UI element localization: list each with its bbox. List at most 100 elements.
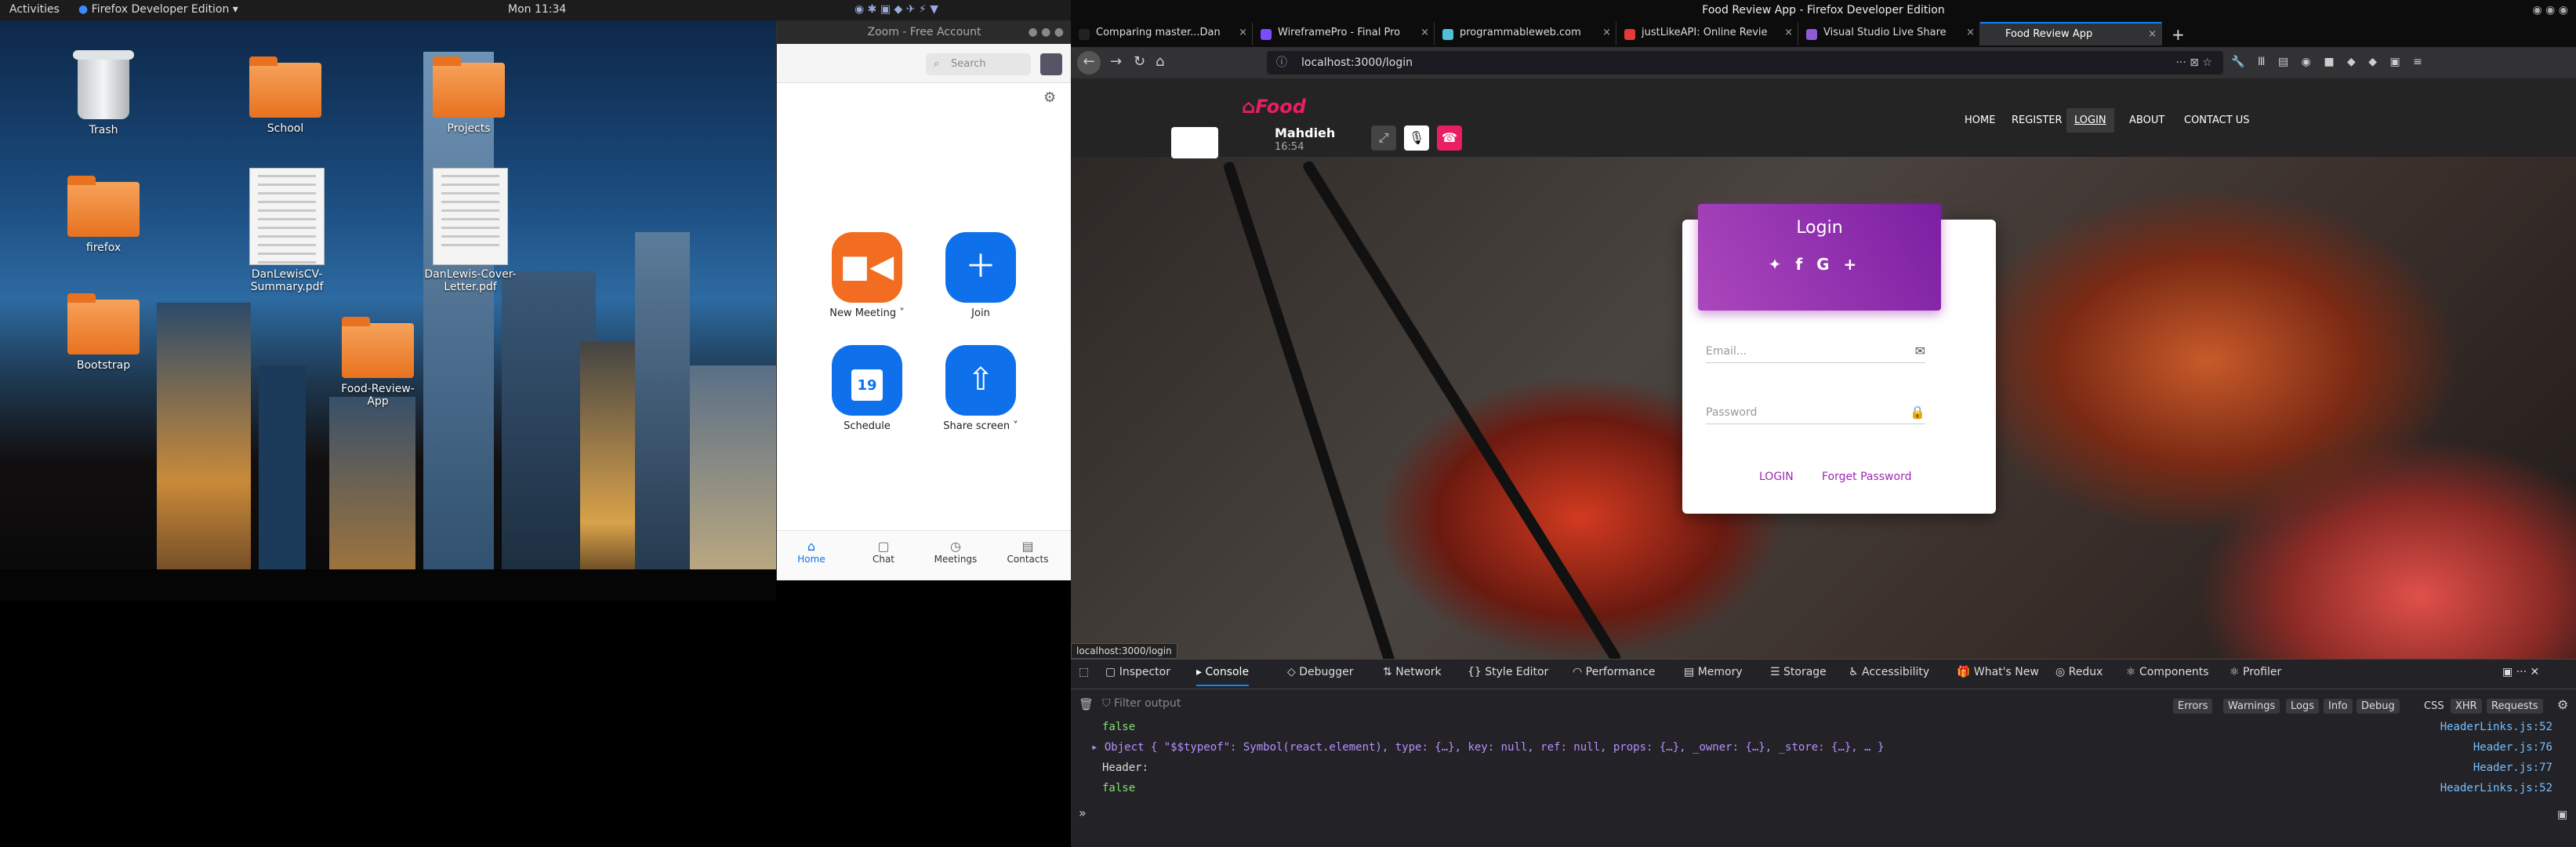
devtools-tab-style-editor[interactable]: {} Style Editor <box>1468 666 1548 678</box>
activities-button[interactable]: Activities <box>9 3 60 16</box>
url-bar[interactable]: ⓘ localhost:3000/login ··· ⊠ ☆ <box>1267 51 2223 75</box>
forward-button[interactable]: → <box>1110 53 1122 70</box>
desktop-icon-cv[interactable]: DanLewisCV-Summary.pdf <box>240 168 334 293</box>
desktop-icon-school[interactable]: School <box>238 56 332 135</box>
share-screen-label[interactable]: Share screen ˅ <box>914 420 1047 432</box>
devtools-tab-debugger[interactable]: ◇ Debugger <box>1287 666 1354 678</box>
window-controls[interactable]: ● ● ● <box>1028 20 1064 44</box>
page-actions[interactable]: ··· ⊠ ☆ <box>2175 51 2212 75</box>
nav-login[interactable]: LOGIN <box>2066 108 2114 133</box>
desktop-icon-food-review-app[interactable]: Food-Review-App <box>331 317 425 408</box>
filter-warnings[interactable]: Warnings <box>2223 699 2280 714</box>
close-icon[interactable]: × <box>1602 27 1611 38</box>
nav-home[interactable]: HOME <box>1965 115 1995 126</box>
console-log-source[interactable]: HeaderLinks.js:52 <box>2440 782 2552 794</box>
login-button[interactable]: LOGIN <box>1759 471 1794 483</box>
desktop-icon-bootstrap[interactable]: Bootstrap <box>56 293 151 372</box>
zoom-search-input[interactable]: ⌕ Search <box>926 53 1031 75</box>
desktop-icon-projects[interactable]: Projects <box>422 56 516 135</box>
zoom-nav-meetings[interactable]: ◷ Meetings <box>924 539 987 565</box>
microphone-icon[interactable]: 🎙 <box>1404 125 1429 151</box>
hangup-icon[interactable]: ☎ <box>1437 125 1462 151</box>
facebook-icon[interactable]: f <box>1795 255 1816 274</box>
avatar[interactable] <box>1040 53 1062 75</box>
expand-icon[interactable]: ⤢ <box>1371 125 1396 151</box>
email-field[interactable]: Email... ✉ <box>1706 344 1925 363</box>
gear-icon[interactable]: ⚙ <box>2557 697 2568 712</box>
nav-about[interactable]: ABOUT <box>2129 115 2164 126</box>
chat-icon: ▢ <box>877 539 890 554</box>
console-log-source[interactable]: Header.js:77 <box>2473 762 2552 774</box>
twitter-icon[interactable]: ✦ <box>1769 255 1796 274</box>
folder-icon <box>67 293 140 354</box>
app-menu[interactable]: ● Firefox Developer Edition ▾ <box>78 3 238 16</box>
forget-password-button[interactable]: Forget Password <box>1822 471 1911 483</box>
devtools-tab-console[interactable]: ▸ Console <box>1196 666 1250 686</box>
devtools-tab-redux[interactable]: ◎ Redux <box>2055 666 2103 678</box>
tray-icons[interactable]: ◉ ✱ ▣ ◆ ✈ ⚡ ▼ <box>854 3 938 16</box>
tab-food-review-app[interactable]: Food Review App × <box>1980 22 2162 45</box>
zoom-nav-home[interactable]: ⌂ Home <box>780 539 843 565</box>
desktop-icon-firefox[interactable]: firefox <box>56 176 151 254</box>
gear-icon[interactable]: ⚙ <box>1043 89 1056 106</box>
console-filter-input[interactable]: ⛉ Filter output <box>1102 697 1181 710</box>
zoom-nav-chat[interactable]: ▢ Chat <box>852 539 915 565</box>
desktop-icon-cover-letter[interactable]: DanLewis-Cover-Letter.pdf <box>423 168 517 293</box>
new-meeting-button[interactable]: ■◀ <box>832 232 902 303</box>
share-screen-button[interactable]: ⇧ <box>945 345 1016 416</box>
filter-xhr[interactable]: XHR <box>2451 699 2482 714</box>
close-icon[interactable]: × <box>2148 28 2157 40</box>
devtools-tab-performance[interactable]: ◠ Performance <box>1573 666 1655 678</box>
toolbar-icons[interactable]: 🔧 Ⅲ ▤ ◉ ■ ◆ ◆ ▣ ≡ <box>2231 56 2427 68</box>
devtools-tab-profiler[interactable]: ⚛ Profiler <box>2230 666 2281 678</box>
close-icon[interactable]: × <box>1784 27 1793 38</box>
trash-icon[interactable]: 🗑 <box>1079 697 1094 711</box>
devtools-tab-accessibility[interactable]: ♿ Accessibility <box>1849 666 1929 678</box>
tab-comparing-master[interactable]: Comparing master...Dan × <box>1071 22 1253 45</box>
schedule-button[interactable]: 19 <box>832 345 902 416</box>
join-label[interactable]: Join <box>914 307 1047 319</box>
nav-register[interactable]: REGISTER <box>2012 115 2063 126</box>
password-field[interactable]: Password 🔒 <box>1706 405 1925 424</box>
filter-errors[interactable]: Errors <box>2173 699 2213 714</box>
tab-vs-live-share[interactable]: Visual Studio Live Share × <box>1798 22 1980 45</box>
site-logo[interactable]: ⌂Food <box>1242 96 1306 118</box>
join-button[interactable]: ＋ <box>945 232 1016 303</box>
filter-debug[interactable]: Debug <box>2356 699 2400 714</box>
devtools-tab-whats-new[interactable]: 🎁 What's New <box>1957 666 2039 678</box>
console-input-prompt[interactable]: » <box>1079 805 1087 820</box>
console-log-source[interactable]: Header.js:76 <box>2473 741 2552 754</box>
filter-requests[interactable]: Requests <box>2487 699 2543 714</box>
tab-wireframepro[interactable]: WireframePro - Final Pro × <box>1253 22 1435 45</box>
zoom-nav-contacts[interactable]: ▤ Contacts <box>996 539 1059 565</box>
desktop-icon-trash[interactable]: Trash <box>56 50 151 136</box>
element-picker-icon[interactable]: ⬚ <box>1079 666 1089 678</box>
tab-justlikeapi[interactable]: justLikeAPI: Online Revie × <box>1616 22 1798 45</box>
google-plus-icon[interactable]: G+ <box>1816 255 1870 274</box>
filter-css[interactable]: CSS <box>2419 699 2449 714</box>
back-button[interactable]: ← <box>1077 51 1101 75</box>
console-log-line[interactable]: ▸ Object { "$$typeof": Symbol(react.elem… <box>1091 741 1884 754</box>
devtools-tab-components[interactable]: ⚛ Components <box>2126 666 2209 678</box>
devtools-tab-inspector[interactable]: ▢ Inspector <box>1105 666 1170 678</box>
tab-programmableweb[interactable]: programmableweb.com × <box>1435 22 1616 45</box>
window-controls[interactable]: ◉ ◉ ◉ <box>2532 0 2568 20</box>
clock[interactable]: Mon 11:34 <box>508 3 566 16</box>
page-viewport: ⌂Food Mahdieh 16:54 ⤢ 🎙 ☎ HOME REGISTER … <box>1071 78 2576 659</box>
reload-button[interactable]: ↻ <box>1134 53 1145 70</box>
devtools-options-icons[interactable]: ▣ ··· ✕ <box>2502 666 2539 678</box>
filter-info[interactable]: Info <box>2324 699 2353 714</box>
console-log-source[interactable]: HeaderLinks.js:52 <box>2440 721 2552 733</box>
new-tab-button[interactable]: + <box>2171 25 2185 44</box>
sidebar-toggle-icon[interactable]: ▣ <box>2557 809 2567 821</box>
gnome-top-bar: Activities ● Firefox Developer Edition ▾… <box>0 0 1071 20</box>
devtools-tab-storage[interactable]: ☰ Storage <box>1770 666 1827 678</box>
nav-contact-us[interactable]: CONTACT US <box>2184 115 2250 126</box>
close-icon[interactable]: × <box>1420 27 1429 38</box>
close-icon[interactable]: × <box>1966 27 1975 38</box>
close-icon[interactable]: × <box>1239 27 1247 38</box>
devtools-tab-network[interactable]: ⇅ Network <box>1383 666 1442 678</box>
home-button[interactable]: ⌂ <box>1156 53 1164 70</box>
filter-logs[interactable]: Logs <box>2286 699 2319 714</box>
devtools-tab-memory[interactable]: ▤ Memory <box>1684 666 1743 678</box>
